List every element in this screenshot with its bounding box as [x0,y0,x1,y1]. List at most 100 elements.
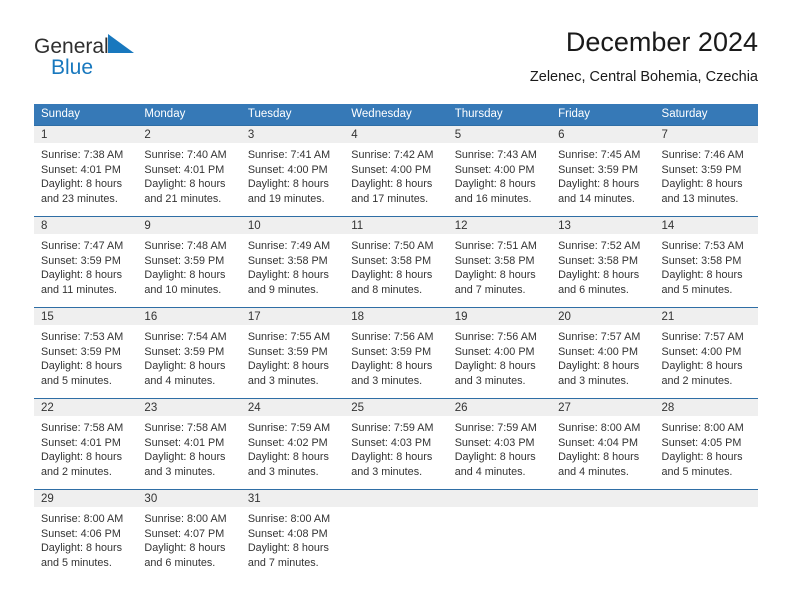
day-number: 27 [551,399,655,416]
day-details: Sunrise: 8:00 AM Sunset: 4:08 PM Daylight:… [241,507,344,570]
calendar-day-cell[interactable]: 1 Sunrise: 7:38 AM Sunset: 4:01 PM Daylight… [34,125,138,210]
day-details: Sunrise: 7:50 AM Sunset: 3:58 PM Daylight:… [344,234,447,297]
calendar-empty-cell [344,489,448,574]
daylight-duration-line1: Daylight: 8 hours [247,269,329,282]
day-number: 12 [447,217,552,234]
daylight-duration-line1: Daylight: 8 hours [41,542,123,555]
calendar-day-cell[interactable]: 5 Sunrise: 7:43 AM Sunset: 4:00 PM Daylight… [447,125,552,210]
calendar-day-cell[interactable]: 31 Sunrise: 8:00 AM Sunset: 4:08 PM Dayligh… [240,489,345,574]
daylight-duration-line2: and 11 minutes. [41,283,118,296]
calendar-day-cell[interactable]: 30 Sunrise: 8:00 AM Sunset: 4:07 PM Dayligh… [137,489,241,574]
sunrise-time: Sunrise: 7:50 AM [351,240,434,252]
sunset-time: Sunset: 3:59 PM [144,345,225,358]
calendar-day-cell[interactable]: 19 Sunrise: 7:56 AM Sunset: 4:00 PM Dayligh… [447,307,552,392]
sunrise-time: Sunrise: 7:38 AM [41,149,124,161]
sunset-time: Sunset: 3:59 PM [41,345,121,358]
daylight-duration-line1: Daylight: 8 hours [558,360,640,373]
day-number: 16 [137,308,241,325]
calendar-day-cell[interactable]: 17 Sunrise: 7:55 AM Sunset: 3:59 PM Dayligh… [240,307,345,392]
calendar-day-cell[interactable]: 13 Sunrise: 7:52 AM Sunset: 3:58 PM Dayligh… [551,216,655,301]
day-details: Sunrise: 8:00 AM Sunset: 4:06 PM Daylight:… [34,507,137,570]
weekday-header-row: Sunday Monday Tuesday Wednesday Thursday… [34,104,758,126]
day-number [654,490,758,507]
calendar-day-cell[interactable]: 4 Sunrise: 7:42 AM Sunset: 4:00 PM Daylight… [344,125,448,210]
daylight-duration-line2: and 3 minutes. [247,374,319,387]
calendar-day-cell[interactable]: 9 Sunrise: 7:48 AM Sunset: 3:59 PM Daylight… [137,216,241,301]
calendar-day-cell[interactable]: 28 Sunrise: 8:00 AM Sunset: 4:05 PM Dayligh… [654,398,758,483]
sunset-time: Sunset: 4:00 PM [247,163,328,176]
day-details: Sunrise: 7:55 AM Sunset: 3:59 PM Daylight:… [241,325,344,388]
day-number: 4 [344,126,448,143]
sunrise-time: Sunrise: 7:42 AM [351,149,434,161]
day-number: 13 [551,217,655,234]
daylight-duration-line1: Daylight: 8 hours [454,269,536,282]
logo-triangle-icon [107,32,135,59]
generalblue-logo[interactable]: General Blue [34,32,154,82]
daylight-duration-line2: and 4 minutes. [558,465,629,478]
sunset-time: Sunset: 4:00 PM [454,163,535,176]
day-number: 30 [137,490,241,507]
calendar-day-cell[interactable]: 16 Sunrise: 7:54 AM Sunset: 3:59 PM Dayligh… [137,307,241,392]
calendar-day-cell[interactable]: 25 Sunrise: 7:59 AM Sunset: 4:03 PM Dayligh… [344,398,448,483]
calendar-day-cell[interactable]: 10 Sunrise: 7:49 AM Sunset: 3:58 PM Dayligh… [240,216,345,301]
sunset-time: Sunset: 3:59 PM [351,345,432,358]
day-details: Sunrise: 7:53 AM Sunset: 3:58 PM Daylight:… [655,234,758,297]
day-details: Sunrise: 7:47 AM Sunset: 3:59 PM Daylight:… [34,234,137,297]
calendar-day-cell[interactable]: 21 Sunrise: 7:57 AM Sunset: 4:00 PM Dayligh… [654,307,758,392]
calendar-empty-cell [447,489,552,574]
calendar-day-cell[interactable]: 20 Sunrise: 7:57 AM Sunset: 4:00 PM Dayligh… [551,307,655,392]
daylight-duration-line2: and 5 minutes. [661,465,733,478]
calendar-day-cell[interactable]: 8 Sunrise: 7:47 AM Sunset: 3:59 PM Daylight… [34,216,138,301]
sunrise-time: Sunrise: 7:59 AM [351,422,434,434]
day-details: Sunrise: 7:59 AM Sunset: 4:02 PM Daylight:… [241,416,344,479]
day-number [551,490,655,507]
calendar-day-cell[interactable]: 3 Sunrise: 7:41 AM Sunset: 4:00 PM Daylight… [240,125,345,210]
calendar-day-cell[interactable]: 11 Sunrise: 7:50 AM Sunset: 3:58 PM Dayligh… [344,216,448,301]
page-header: General Blue December 2024 Zelenec, Cent… [34,26,758,96]
day-number: 26 [447,399,552,416]
sunset-time: Sunset: 4:02 PM [247,436,328,449]
calendar-day-cell[interactable]: 7 Sunrise: 7:46 AM Sunset: 3:59 PM Daylight… [654,125,758,210]
day-number: 1 [34,126,138,143]
day-details: Sunrise: 7:54 AM Sunset: 3:59 PM Daylight:… [137,325,240,388]
daylight-duration-line1: Daylight: 8 hours [41,178,123,191]
day-number: 19 [447,308,552,325]
calendar-empty-cell [551,489,655,574]
day-number: 6 [551,126,655,143]
calendar-week-row: 1 Sunrise: 7:38 AM Sunset: 4:01 PM Daylight… [34,125,758,210]
daylight-duration-line1: Daylight: 8 hours [41,451,123,464]
calendar-day-cell[interactable]: 2 Sunrise: 7:40 AM Sunset: 4:01 PM Daylight… [137,125,241,210]
calendar-day-cell[interactable]: 23 Sunrise: 7:58 AM Sunset: 4:01 PM Dayligh… [137,398,241,483]
calendar-day-cell[interactable]: 6 Sunrise: 7:45 AM Sunset: 3:59 PM Daylight… [551,125,655,210]
calendar-day-cell[interactable]: 29 Sunrise: 8:00 AM Sunset: 4:06 PM Dayligh… [34,489,138,574]
calendar-day-cell[interactable]: 18 Sunrise: 7:56 AM Sunset: 3:59 PM Dayligh… [344,307,448,392]
weekday-header-friday: Friday [551,104,655,126]
daylight-duration-line1: Daylight: 8 hours [558,178,640,191]
calendar-day-cell[interactable]: 12 Sunrise: 7:51 AM Sunset: 3:58 PM Dayligh… [447,216,552,301]
sunset-time: Sunset: 4:05 PM [661,436,742,449]
calendar-day-cell[interactable]: 24 Sunrise: 7:59 AM Sunset: 4:02 PM Dayligh… [240,398,345,483]
daylight-duration-line1: Daylight: 8 hours [247,542,329,555]
sunrise-time: Sunrise: 8:00 AM [144,513,227,525]
sunset-time: Sunset: 4:08 PM [247,527,328,540]
daylight-duration-line2: and 10 minutes. [144,283,222,296]
calendar-day-cell[interactable]: 27 Sunrise: 8:00 AM Sunset: 4:04 PM Dayligh… [551,398,655,483]
sunrise-time: Sunrise: 7:53 AM [41,331,124,343]
day-number: 25 [344,399,448,416]
calendar-day-cell[interactable]: 15 Sunrise: 7:53 AM Sunset: 3:59 PM Dayligh… [34,307,138,392]
daylight-duration-line2: and 14 minutes. [558,192,635,205]
sunrise-time: Sunrise: 7:46 AM [661,149,744,161]
sunset-time: Sunset: 3:59 PM [247,345,328,358]
day-number: 28 [654,399,758,416]
day-number [344,490,448,507]
sunrise-time: Sunrise: 7:54 AM [144,331,227,343]
calendar-day-cell[interactable]: 22 Sunrise: 7:58 AM Sunset: 4:01 PM Dayligh… [34,398,138,483]
sunset-time: Sunset: 4:03 PM [351,436,432,449]
calendar-day-cell[interactable]: 14 Sunrise: 7:53 AM Sunset: 3:58 PM Dayligh… [654,216,758,301]
logo-text-blue: Blue [51,56,94,79]
sunrise-time: Sunrise: 7:59 AM [454,422,537,434]
title-block: December 2024 Zelenec, Central Bohemia, … [530,26,758,87]
day-number: 11 [344,217,448,234]
sunset-time: Sunset: 4:07 PM [144,527,225,540]
calendar-day-cell[interactable]: 26 Sunrise: 7:59 AM Sunset: 4:03 PM Dayligh… [447,398,552,483]
